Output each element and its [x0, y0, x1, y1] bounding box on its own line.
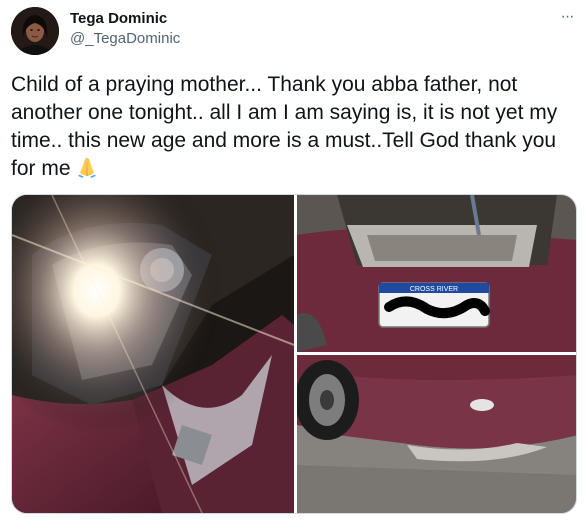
photo-front-bumper-plate[interactable]: CROSS RIVER: [297, 195, 576, 352]
plate-state-label: CROSS RIVER: [410, 286, 458, 293]
user-handle[interactable]: @_TegaDominic: [70, 30, 180, 48]
avatar[interactable]: [11, 7, 59, 55]
photo-side-panel[interactable]: [297, 355, 576, 513]
display-name[interactable]: Tega Dominic: [70, 10, 167, 28]
side-panel-image-icon: [297, 355, 576, 513]
profile-photo-icon: [11, 7, 59, 55]
photo-damaged-headlight[interactable]: [12, 195, 294, 513]
tweet-text: Child of a praying mother... Thank you a…: [11, 71, 577, 183]
media-grid: CROSS RIVER: [11, 194, 577, 514]
more-options-button[interactable]: ···: [556, 8, 578, 26]
more-horizontal-icon: ···: [560, 8, 575, 25]
folded-hands-icon: [75, 156, 99, 178]
bumper-plate-image-icon: CROSS RIVER: [297, 195, 576, 352]
damaged-headlight-image-icon: [12, 195, 294, 513]
tweet-card: Tega Dominic @_TegaDominic ··· Child of …: [0, 0, 587, 525]
